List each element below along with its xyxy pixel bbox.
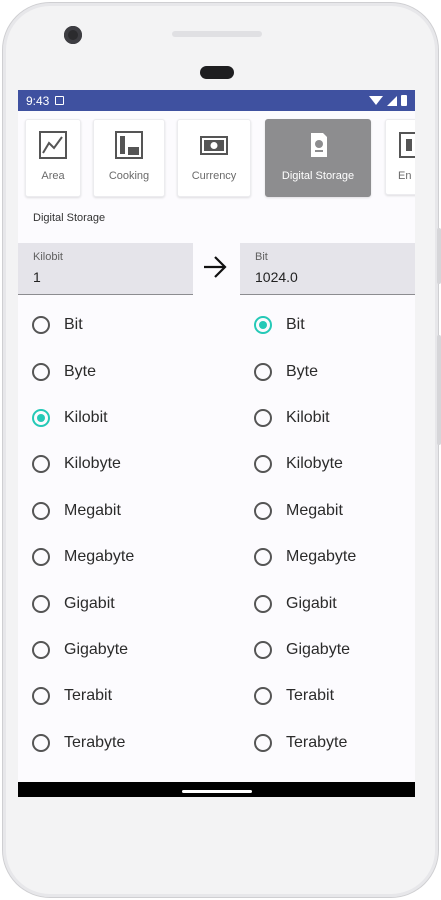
from-unit-option-terabit[interactable]: Terabit	[32, 673, 134, 719]
to-unit-option-terabyte[interactable]: Terabyte	[254, 720, 356, 766]
to-unit-list: Bit Byte Kilobit Kilobyte Megabit Megabyte Gig…	[254, 302, 356, 766]
home-gesture-handle[interactable]	[182, 790, 252, 793]
to-value-output: 1024.0	[255, 269, 298, 285]
from-unit-option-terabyte[interactable]: Terabyte	[32, 720, 134, 766]
battery-icon	[401, 95, 407, 106]
speaker-grille	[200, 66, 234, 79]
earpiece	[172, 31, 262, 37]
to-unit-option-terabit[interactable]: Terabit	[254, 673, 356, 719]
from-unit-option-bit[interactable]: Bit	[32, 302, 134, 348]
category-list: Area Cooking Currency Digital Storage En	[18, 119, 415, 201]
notification-icon	[55, 96, 65, 105]
radio-button[interactable]	[32, 687, 50, 706]
signal-icon	[387, 95, 397, 106]
from-value-input[interactable]: 1	[33, 269, 41, 285]
radio-button[interactable]	[32, 548, 50, 567]
area-chart-icon	[39, 131, 67, 159]
radio-button[interactable]	[254, 594, 272, 613]
currency-icon	[200, 136, 228, 155]
to-unit-option-megabit[interactable]: Megabit	[254, 488, 356, 534]
power-button	[437, 228, 441, 284]
category-area[interactable]: Area	[25, 119, 81, 197]
radio-button[interactable]	[254, 501, 272, 520]
unit-label: Gigabyte	[64, 640, 129, 658]
to-unit-option-gigabit[interactable]: Gigabit	[254, 580, 356, 626]
from-unit-option-megabyte[interactable]: Megabyte	[32, 534, 134, 580]
from-unit-option-gigabyte[interactable]: Gigabyte	[32, 627, 134, 673]
from-field-label: Kilobit	[33, 251, 63, 263]
unit-label: Gigabyte	[286, 640, 351, 658]
category-label: Currency	[191, 170, 237, 182]
radio-button[interactable]	[32, 501, 50, 520]
from-unit-option-byte[interactable]: Byte	[32, 348, 134, 394]
to-unit-option-gigabyte[interactable]: Gigabyte	[254, 627, 356, 673]
energy-icon	[399, 132, 415, 158]
radio-button[interactable]	[32, 362, 50, 381]
unit-label: Bit	[64, 316, 83, 334]
category-cooking[interactable]: Cooking	[93, 119, 165, 197]
unit-label: Byte	[64, 362, 97, 380]
volume-button	[437, 335, 441, 445]
unit-label: Bit	[286, 316, 305, 334]
unit-label: Kilobit	[64, 408, 108, 426]
from-unit-list: Bit Byte Kilobit Kilobyte Megabit Megabyte Gig…	[32, 302, 134, 766]
unit-label: Megabyte	[286, 548, 357, 566]
category-energy[interactable]: En	[385, 119, 415, 195]
unit-label: Gigabit	[64, 594, 115, 612]
radio-button[interactable]	[32, 455, 50, 474]
radio-button[interactable]	[32, 594, 50, 613]
unit-label: Kilobyte	[286, 455, 343, 473]
section-title: Digital Storage	[33, 212, 106, 224]
unit-label: Megabit	[64, 501, 121, 519]
status-bar: 9:43	[18, 90, 415, 111]
unit-label: Kilobyte	[64, 455, 121, 473]
radio-button[interactable]	[32, 640, 50, 659]
radio-button[interactable]	[254, 548, 272, 567]
app-screen: 9:43 Area Cooking Currency Digital Stora…	[18, 90, 415, 797]
status-time: 9:43	[26, 93, 50, 108]
radio-button[interactable]	[254, 640, 272, 659]
front-camera	[64, 26, 82, 44]
to-field-label: Bit	[255, 251, 268, 263]
category-label: Cooking	[108, 170, 150, 182]
to-unit-option-kilobit[interactable]: Kilobit	[254, 395, 356, 441]
unit-label: Megabit	[286, 501, 343, 519]
to-unit-option-megabyte[interactable]: Megabyte	[254, 534, 356, 580]
to-unit-field[interactable]: Bit 1024.0	[240, 243, 415, 295]
unit-label: Kilobit	[286, 408, 330, 426]
unit-label: Terabit	[286, 687, 335, 705]
radio-button[interactable]	[254, 408, 272, 427]
radio-button[interactable]	[254, 733, 272, 752]
unit-label: Terabyte	[286, 733, 348, 751]
category-currency[interactable]: Currency	[177, 119, 251, 197]
category-label: En	[398, 170, 412, 182]
from-unit-option-kilobit[interactable]: Kilobit	[32, 395, 134, 441]
radio-button[interactable]	[254, 687, 272, 706]
unit-label: Byte	[286, 362, 319, 380]
unit-label: Terabit	[64, 687, 113, 705]
category-label: Area	[41, 170, 65, 182]
sd-card-icon	[311, 133, 327, 157]
category-digital-storage[interactable]: Digital Storage	[265, 119, 371, 197]
unit-label: Gigabit	[286, 594, 337, 612]
category-label: Digital Storage	[281, 170, 355, 182]
unit-label: Megabyte	[64, 548, 135, 566]
radio-button[interactable]	[254, 455, 272, 474]
cooking-icon	[115, 131, 143, 159]
radio-button[interactable]	[254, 316, 272, 335]
radio-button[interactable]	[254, 362, 272, 381]
unit-label: Terabyte	[64, 733, 126, 751]
from-unit-option-megabit[interactable]: Megabit	[32, 488, 134, 534]
to-unit-option-kilobyte[interactable]: Kilobyte	[254, 441, 356, 487]
from-unit-option-kilobyte[interactable]: Kilobyte	[32, 441, 134, 487]
from-unit-field[interactable]: Kilobit 1	[18, 243, 193, 295]
from-unit-option-gigabit[interactable]: Gigabit	[32, 580, 134, 626]
radio-button[interactable]	[32, 733, 50, 752]
radio-button[interactable]	[32, 316, 50, 335]
radio-button[interactable]	[32, 408, 50, 427]
wifi-icon	[369, 96, 383, 105]
to-unit-option-bit[interactable]: Bit	[254, 302, 356, 348]
arrow-right-icon	[204, 256, 227, 278]
to-unit-option-byte[interactable]: Byte	[254, 348, 356, 394]
